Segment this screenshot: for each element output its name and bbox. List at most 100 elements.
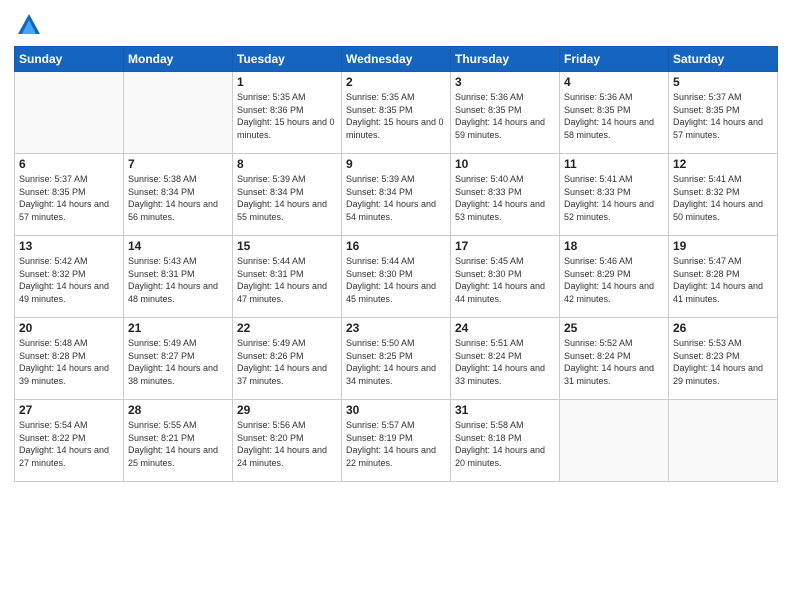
weekday-header-monday: Monday — [124, 47, 233, 72]
day-number: 27 — [19, 403, 119, 417]
calendar-cell: 5Sunrise: 5:37 AMSunset: 8:35 PMDaylight… — [669, 72, 778, 154]
day-number: 21 — [128, 321, 228, 335]
day-number: 10 — [455, 157, 555, 171]
day-info: Sunrise: 5:44 AMSunset: 8:30 PMDaylight:… — [346, 255, 446, 305]
day-number: 9 — [346, 157, 446, 171]
weekday-header-saturday: Saturday — [669, 47, 778, 72]
calendar-cell: 9 Sunrise: 5:39 AMSunset: 8:34 PMDaylight… — [342, 154, 451, 236]
day-info: Sunrise: 5:52 AMSunset: 8:24 PMDaylight:… — [564, 337, 664, 387]
logo — [14, 10, 48, 40]
day-info: Sunrise: 5:57 AMSunset: 8:19 PMDaylight:… — [346, 419, 446, 469]
day-info: Sunrise: 5:49 AMSunset: 8:27 PMDaylight:… — [128, 337, 228, 387]
day-number: 29 — [237, 403, 337, 417]
day-number: 12 — [673, 157, 773, 171]
header — [14, 10, 778, 40]
day-number: 26 — [673, 321, 773, 335]
calendar-cell: 28 Sunrise: 5:55 AMSunset: 8:21 PMDayligh… — [124, 400, 233, 482]
day-number: 4 — [564, 75, 664, 89]
calendar-cell: 26Sunrise: 5:53 AMSunset: 8:23 PMDayligh… — [669, 318, 778, 400]
day-info: Sunrise: 5:37 AMSunset: 8:35 PMDaylight:… — [19, 173, 119, 223]
calendar-cell: 10 Sunrise: 5:40 AMSunset: 8:33 PMDayligh… — [451, 154, 560, 236]
day-number: 30 — [346, 403, 446, 417]
day-number: 8 — [237, 157, 337, 171]
day-number: 1 — [237, 75, 337, 89]
day-number: 18 — [564, 239, 664, 253]
day-number: 7 — [128, 157, 228, 171]
day-info: Sunrise: 5:42 AMSunset: 8:32 PMDaylight:… — [19, 255, 119, 305]
calendar-cell: 19Sunrise: 5:47 AMSunset: 8:28 PMDayligh… — [669, 236, 778, 318]
day-number: 19 — [673, 239, 773, 253]
day-number: 3 — [455, 75, 555, 89]
day-info: Sunrise: 5:39 AMSunset: 8:34 PMDaylight:… — [237, 173, 337, 223]
day-info: Sunrise: 5:58 AMSunset: 8:18 PMDaylight:… — [455, 419, 555, 469]
calendar-cell: 17Sunrise: 5:45 AMSunset: 8:30 PMDayligh… — [451, 236, 560, 318]
calendar-cell: 16 Sunrise: 5:44 AMSunset: 8:30 PMDayligh… — [342, 236, 451, 318]
calendar-cell: 13 Sunrise: 5:42 AMSunset: 8:32 PMDayligh… — [15, 236, 124, 318]
calendar-cell: 1 Sunrise: 5:35 AMSunset: 8:36 PMDaylight… — [233, 72, 342, 154]
day-info: Sunrise: 5:40 AMSunset: 8:33 PMDaylight:… — [455, 173, 555, 223]
day-number: 25 — [564, 321, 664, 335]
day-info: Sunrise: 5:39 AMSunset: 8:34 PMDaylight:… — [346, 173, 446, 223]
calendar-cell: 3 Sunrise: 5:36 AMSunset: 8:35 PMDaylight… — [451, 72, 560, 154]
calendar-cell: 31 Sunrise: 5:58 AMSunset: 8:18 PMDayligh… — [451, 400, 560, 482]
calendar-cell: 22Sunrise: 5:49 AMSunset: 8:26 PMDayligh… — [233, 318, 342, 400]
day-info: Sunrise: 5:48 AMSunset: 8:28 PMDaylight:… — [19, 337, 119, 387]
weekday-header-tuesday: Tuesday — [233, 47, 342, 72]
weekday-header-thursday: Thursday — [451, 47, 560, 72]
calendar-cell: 30 Sunrise: 5:57 AMSunset: 8:19 PMDayligh… — [342, 400, 451, 482]
calendar-table: SundayMondayTuesdayWednesdayThursdayFrid… — [14, 46, 778, 482]
day-number: 22 — [237, 321, 337, 335]
day-number: 2 — [346, 75, 446, 89]
day-info: Sunrise: 5:56 AMSunset: 8:20 PMDaylight:… — [237, 419, 337, 469]
day-number: 14 — [128, 239, 228, 253]
day-number: 24 — [455, 321, 555, 335]
day-number: 17 — [455, 239, 555, 253]
day-number: 28 — [128, 403, 228, 417]
day-number: 11 — [564, 157, 664, 171]
day-info: Sunrise: 5:35 AMSunset: 8:35 PMDaylight:… — [346, 91, 446, 141]
day-info: Sunrise: 5:43 AMSunset: 8:31 PMDaylight:… — [128, 255, 228, 305]
calendar-cell: 29 Sunrise: 5:56 AMSunset: 8:20 PMDayligh… — [233, 400, 342, 482]
day-number: 20 — [19, 321, 119, 335]
calendar-cell — [15, 72, 124, 154]
day-number: 15 — [237, 239, 337, 253]
day-info: Sunrise: 5:46 AMSunset: 8:29 PMDaylight:… — [564, 255, 664, 305]
page: SundayMondayTuesdayWednesdayThursdayFrid… — [0, 0, 792, 612]
logo-icon — [14, 10, 44, 40]
calendar-cell: 15 Sunrise: 5:44 AMSunset: 8:31 PMDayligh… — [233, 236, 342, 318]
day-number: 31 — [455, 403, 555, 417]
day-number: 6 — [19, 157, 119, 171]
calendar-cell: 6 Sunrise: 5:37 AMSunset: 8:35 PMDaylight… — [15, 154, 124, 236]
calendar-cell: 11Sunrise: 5:41 AMSunset: 8:33 PMDayligh… — [560, 154, 669, 236]
calendar-cell: 21 Sunrise: 5:49 AMSunset: 8:27 PMDayligh… — [124, 318, 233, 400]
day-info: Sunrise: 5:44 AMSunset: 8:31 PMDaylight:… — [237, 255, 337, 305]
calendar-cell: 25 Sunrise: 5:52 AMSunset: 8:24 PMDayligh… — [560, 318, 669, 400]
day-number: 16 — [346, 239, 446, 253]
calendar-cell: 20 Sunrise: 5:48 AMSunset: 8:28 PMDayligh… — [15, 318, 124, 400]
calendar-cell: 2 Sunrise: 5:35 AMSunset: 8:35 PMDaylight… — [342, 72, 451, 154]
day-info: Sunrise: 5:36 AMSunset: 8:35 PMDaylight:… — [564, 91, 664, 141]
calendar-cell — [669, 400, 778, 482]
weekday-header-wednesday: Wednesday — [342, 47, 451, 72]
day-info: Sunrise: 5:51 AMSunset: 8:24 PMDaylight:… — [455, 337, 555, 387]
day-number: 23 — [346, 321, 446, 335]
weekday-header-friday: Friday — [560, 47, 669, 72]
day-info: Sunrise: 5:35 AMSunset: 8:36 PMDaylight:… — [237, 91, 337, 141]
day-number: 5 — [673, 75, 773, 89]
calendar-cell: 8 Sunrise: 5:39 AMSunset: 8:34 PMDaylight… — [233, 154, 342, 236]
day-info: Sunrise: 5:36 AMSunset: 8:35 PMDaylight:… — [455, 91, 555, 141]
calendar-cell: 23 Sunrise: 5:50 AMSunset: 8:25 PMDayligh… — [342, 318, 451, 400]
day-info: Sunrise: 5:38 AMSunset: 8:34 PMDaylight:… — [128, 173, 228, 223]
weekday-header-sunday: Sunday — [15, 47, 124, 72]
calendar-cell: 14 Sunrise: 5:43 AMSunset: 8:31 PMDayligh… — [124, 236, 233, 318]
calendar-cell — [560, 400, 669, 482]
calendar-cell — [124, 72, 233, 154]
calendar-cell: 24 Sunrise: 5:51 AMSunset: 8:24 PMDayligh… — [451, 318, 560, 400]
day-info: Sunrise: 5:50 AMSunset: 8:25 PMDaylight:… — [346, 337, 446, 387]
calendar-cell: 18 Sunrise: 5:46 AMSunset: 8:29 PMDayligh… — [560, 236, 669, 318]
calendar-cell: 12 Sunrise: 5:41 AMSunset: 8:32 PMDayligh… — [669, 154, 778, 236]
day-info: Sunrise: 5:54 AMSunset: 8:22 PMDaylight:… — [19, 419, 119, 469]
day-number: 13 — [19, 239, 119, 253]
day-info: Sunrise: 5:55 AMSunset: 8:21 PMDaylight:… — [128, 419, 228, 469]
day-info: Sunrise: 5:41 AMSunset: 8:32 PMDaylight:… — [673, 173, 773, 223]
